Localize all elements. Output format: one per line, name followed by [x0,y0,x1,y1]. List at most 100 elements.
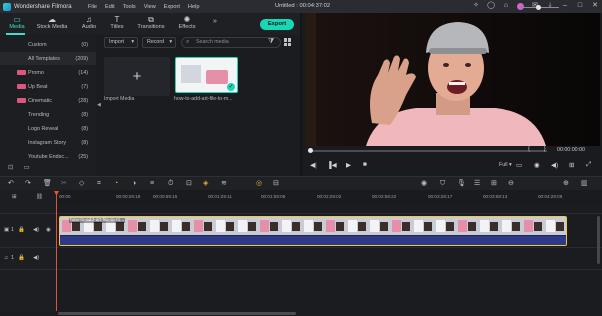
tab-effects[interactable]: ✺ Effects [170,15,204,30]
filter-icon[interactable]: ⧩ [268,38,274,46]
video-track-header: ▣ 1 🔒 ◀) ◉ [0,214,56,248]
menu-file[interactable]: File [84,4,101,10]
stabilize-icon[interactable]: ⊟ [273,179,279,188]
library-item-instagram-story[interactable]: Instagram Story (8) [0,136,96,149]
avatar[interactable] [517,2,524,10]
redo-icon[interactable]: ↷ [25,179,31,188]
export-button[interactable]: Export [260,19,294,30]
speed-icon[interactable]: ◔ [114,179,118,188]
hot-tag-icon [17,70,26,75]
delete-icon[interactable]: 🗑 [43,179,52,188]
clip-title: how-to-add-art-file-to-m... [69,218,126,223]
mark-in-button[interactable]: { [528,146,536,152]
render-preview-icon[interactable]: ◉ [421,179,427,188]
folder-icon: ▭ [13,15,21,24]
preview-scrubber-track[interactable] [309,150,547,152]
stop-icon[interactable]: ■ [363,161,367,168]
ai-icon[interactable]: ◎ [256,179,262,188]
adjust-icon[interactable]: ≡ [150,179,154,188]
timeline-scroll-thumb[interactable] [58,312,296,315]
lightbulb-icon[interactable]: ✧ [472,2,480,10]
timer-icon[interactable]: ⏱ [168,179,173,188]
menu-help[interactable]: Help [184,4,204,10]
tag-icon[interactable]: ◇ [79,179,84,188]
menu-edit[interactable]: Edit [101,4,119,10]
volume-icon[interactable]: ◀) [551,161,558,169]
menu-view[interactable]: View [140,4,160,10]
subtitle-icon[interactable]: ⊞ [491,179,497,188]
collapse-panel-icon[interactable]: ◀ [97,102,101,108]
library-item-promo[interactable]: Promo (14) [0,66,96,79]
timeline-vertical-scrollbar[interactable] [597,216,600,264]
timeline-video-clip[interactable]: how-to-add-art-file-to-m... [59,216,567,246]
timeline-ruler[interactable]: 00:00 00:00:29:19 00:00:59:15 00:01:29:1… [56,190,602,204]
prev-frame-icon[interactable]: ◀| [310,161,317,169]
lock-icon[interactable]: 🔒 [18,255,25,261]
display-icon[interactable]: ▭ [516,161,522,169]
library-item-cinematic[interactable]: Cinematic (28) [0,94,96,107]
effects-icon: ✺ [183,15,191,24]
new-folder-icon[interactable]: ⊡ [8,163,13,171]
import-media-tile[interactable]: + [104,57,170,96]
user-icon[interactable]: ◯ [487,2,495,10]
menu-tools[interactable]: Tools [119,4,140,10]
audio-mix-icon[interactable]: ≋ [221,179,227,188]
mark-out-button[interactable]: } [544,146,552,152]
check-icon: ✓ [227,83,235,91]
layout-icon[interactable]: ▥ [581,179,588,188]
close-icon[interactable]: ✕ [591,2,599,10]
step-back-icon[interactable]: ▐◀ [327,161,337,169]
lock-icon[interactable]: 🔒 [18,227,25,233]
playhead[interactable] [56,194,57,316]
eye-icon[interactable]: ◉ [46,227,51,233]
search-input[interactable]: ⌕ Search media [181,37,281,48]
zoom-out-icon[interactable]: ⊖ [508,179,514,188]
crop-icon[interactable]: ⌗ [97,179,101,188]
snapshot-icon[interactable]: ◉ [534,161,540,169]
ruler-label: 00:04:28:09 [538,194,563,199]
microphone-icon[interactable]: 🎙 [457,179,466,188]
audio-track[interactable] [56,248,602,270]
ruler-label: 00:00:59:15 [153,194,178,199]
record-dropdown[interactable]: Record ▾ [142,37,176,48]
tab-stock-media[interactable]: ☁ Stock Media [35,15,69,30]
grid-view-icon[interactable] [284,38,292,46]
shield-icon[interactable]: ⛉ [440,179,445,188]
mute-icon[interactable]: ◀) [33,227,39,233]
quality-dropdown[interactable]: Full ▾ [499,162,512,168]
mark-in-out[interactable]: { } [528,146,552,152]
download-icon[interactable]: ⤓ [546,2,554,10]
undo-icon[interactable]: ↶ [8,179,14,188]
library-item-logo-reveal[interactable]: Logo Reveal (8) [0,122,96,135]
minimize-icon[interactable]: – [561,2,569,10]
play-icon[interactable]: ▶ [346,161,351,169]
ruler-label: 00:02:29:02 [317,194,342,199]
library-item-trending[interactable]: Trending (8) [0,108,96,121]
folder-open-icon[interactable]: ▭ [23,163,29,171]
tab-media[interactable]: ▭ Media [0,15,34,30]
mute-icon[interactable]: ◀) [33,255,39,261]
zoom-in-icon[interactable]: ⊕ [563,179,569,188]
color-icon[interactable]: ◑ [132,179,136,188]
menu-export[interactable]: Export [160,4,184,10]
ruler-label: 00:03:58:13 [483,194,508,199]
cut-icon[interactable]: ✂ [61,179,67,188]
maximize-icon[interactable]: □ [576,2,584,10]
add-track-icon[interactable]: ⊞ [12,194,17,200]
keyframe-icon[interactable]: ◈ [203,179,208,188]
cart-icon[interactable]: ⌂ [502,2,510,10]
tab-titles[interactable]: T Titles [100,15,134,30]
list-icon[interactable]: ☰ [474,179,480,188]
fit-icon[interactable]: ⊡ [186,179,192,188]
library-item-all-templates[interactable]: All Templates (209) [0,52,96,65]
link-icon[interactable]: ⛓ [36,194,43,200]
zoom-slider-handle[interactable] [536,5,541,10]
library-item-up-beat[interactable]: Up Beat (7) [0,80,96,93]
tab-transitions[interactable]: ⧉ Transitions [134,15,168,30]
render-icon[interactable]: ⊞ [569,161,574,169]
preview-scrubber-handle[interactable] [308,148,313,153]
more-tabs-icon[interactable]: » [213,18,217,25]
import-dropdown[interactable]: Import ▾ [104,37,138,48]
fullscreen-icon[interactable]: ⤢ [586,161,591,169]
library-item-custom[interactable]: Custom (0) [0,38,96,51]
